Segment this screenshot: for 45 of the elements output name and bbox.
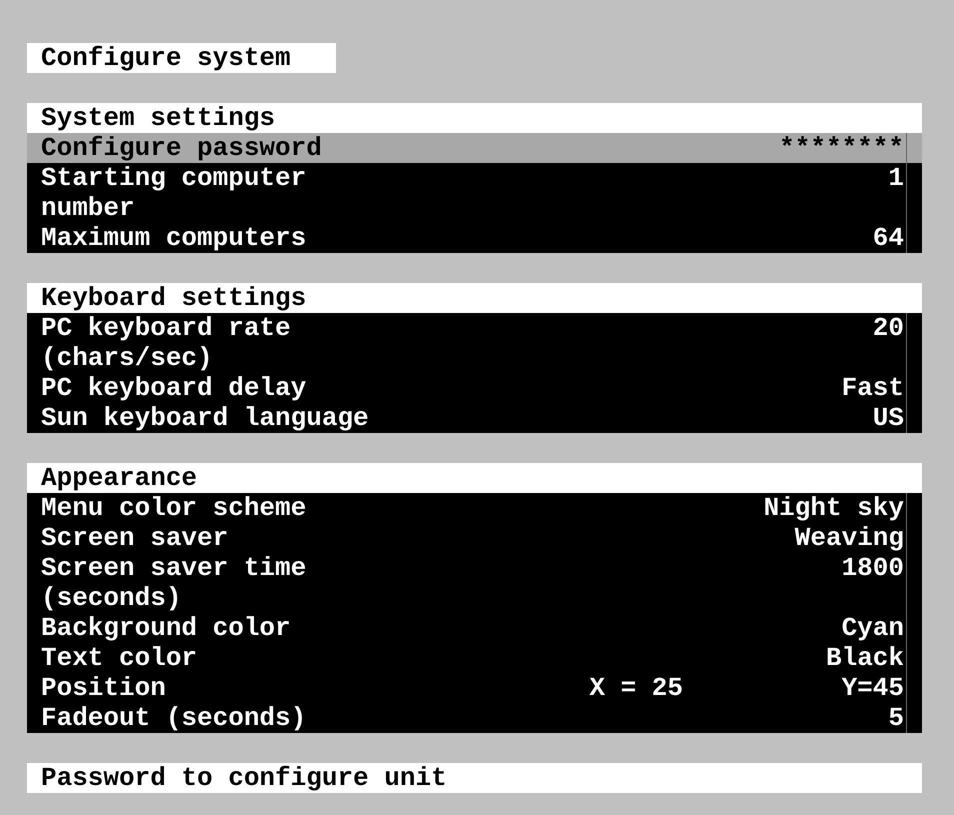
setting-value: Weaving — [794, 523, 904, 553]
setting-value: 1 — [888, 163, 904, 193]
setting-row[interactable]: PC keyboard rate (chars/sec) 20 — [27, 313, 922, 373]
section-heading: Keyboard settings — [27, 283, 922, 313]
setting-label: Screen saver — [40, 523, 230, 553]
setting-value: 5 — [888, 703, 904, 733]
section-heading: Appearance — [27, 463, 922, 493]
setting-row[interactable]: Text color Black — [27, 643, 922, 673]
setting-label: Starting computer number — [40, 163, 308, 223]
setting-row[interactable]: Configure password ******** — [27, 133, 922, 163]
help-text: Password to configure unit — [27, 763, 922, 793]
setting-row[interactable]: Screen saver time (seconds) 1800 — [27, 553, 922, 613]
setting-label: Sun keyboard language — [40, 403, 370, 433]
setting-label: Maximum computers — [40, 223, 308, 253]
setting-label: Position — [40, 673, 167, 703]
section-heading: System settings — [27, 103, 922, 133]
setting-label: Screen saver time (seconds) — [40, 553, 308, 613]
setting-label: Text color — [40, 643, 198, 673]
setting-value: Y=45 — [842, 673, 904, 703]
setting-row[interactable]: Menu color scheme Night sky — [27, 493, 922, 523]
setting-row[interactable]: Starting computer number 1 — [27, 163, 922, 223]
setting-label: PC keyboard rate (chars/sec) — [40, 313, 292, 373]
setting-label: Menu color scheme — [40, 493, 308, 523]
setting-value: ******** — [779, 133, 904, 163]
setting-row[interactable]: PC keyboard delay Fast — [27, 373, 922, 403]
setting-value: Night sky — [764, 493, 904, 523]
setting-label: PC keyboard delay — [40, 373, 308, 403]
setting-value: X = 25 — [589, 673, 683, 703]
setting-value: 20 — [872, 313, 904, 343]
setting-row[interactable]: Screen saver Weaving — [27, 523, 922, 553]
setting-row[interactable]: Position X = 25 Y=45 — [27, 673, 922, 703]
screen-title: Configure system — [27, 43, 336, 73]
setting-row[interactable]: Maximum computers 64 — [27, 223, 922, 253]
setting-label: Background color — [40, 613, 292, 643]
setting-value: US — [872, 403, 904, 433]
setting-row[interactable]: Background color Cyan — [27, 613, 922, 643]
setting-label: Fadeout (seconds) — [40, 703, 308, 733]
setting-value: Black — [826, 643, 904, 673]
setting-row[interactable]: Fadeout (seconds) 5 — [27, 703, 922, 733]
setting-value: 64 — [872, 223, 904, 253]
setting-value: Cyan — [842, 613, 904, 643]
setting-value: 1800 — [842, 553, 904, 583]
setting-row[interactable]: Sun keyboard language US — [27, 403, 922, 433]
setting-label: Configure password — [40, 133, 323, 163]
setting-value: Fast — [842, 373, 904, 403]
